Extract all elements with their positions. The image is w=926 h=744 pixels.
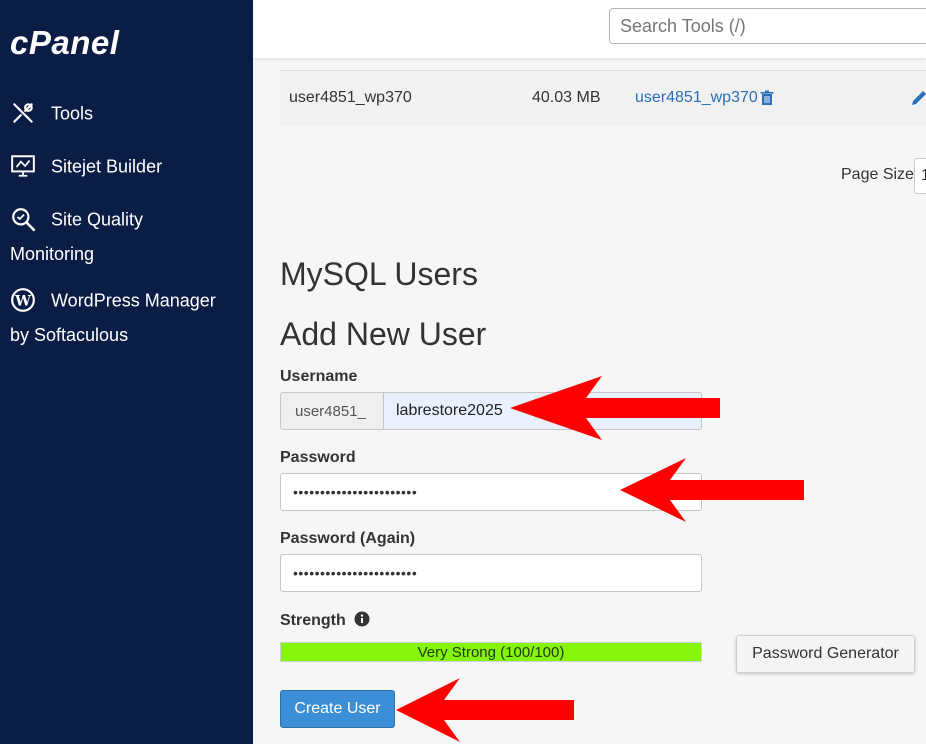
magnifier-icon bbox=[12, 208, 36, 232]
password-generator-button[interactable]: Password Generator bbox=[736, 635, 915, 673]
pencil-edit-icon[interactable] bbox=[910, 89, 926, 107]
create-user-button[interactable]: Create User bbox=[280, 690, 395, 728]
strength-meter-text: Very Strong (100/100) bbox=[417, 644, 565, 661]
tools-icon bbox=[13, 103, 33, 123]
info-icon[interactable] bbox=[354, 611, 370, 627]
svg-text:W: W bbox=[14, 294, 31, 310]
sidebar-item-tools[interactable]: Tools bbox=[10, 94, 245, 131]
red-arrow-icon bbox=[620, 458, 804, 522]
cpanel-logo[interactable]: cPanel bbox=[10, 24, 119, 62]
database-user-link[interactable]: user4851_wp370 bbox=[635, 89, 758, 107]
sidebar-item-site-quality-monitoring[interactable]: Site Quality Monitoring bbox=[10, 200, 245, 271]
username-prefix: user4851_ bbox=[280, 392, 384, 430]
sidebar-item-label-line2: by Softaculous bbox=[10, 325, 129, 346]
sidebar: cPanel Tools Sitejet Builder Site Qualit… bbox=[0, 0, 253, 744]
mysql-users-heading: MySQL Users bbox=[280, 256, 478, 292]
password-label: Password bbox=[280, 449, 356, 466]
sidebar-item-label: Site Quality bbox=[51, 209, 144, 230]
sidebar-item-label: Tools bbox=[51, 103, 94, 124]
sidebar-item-wordpress-manager[interactable]: W WordPress Manager by Softaculous bbox=[10, 281, 245, 352]
red-arrow-icon bbox=[510, 376, 720, 440]
password-again-input[interactable] bbox=[280, 554, 702, 592]
sitejet-monitor-icon bbox=[11, 155, 35, 177]
database-name: user4851_wp370 bbox=[289, 89, 412, 106]
strength-label: Strength bbox=[280, 612, 346, 629]
sidebar-item-label: WordPress Manager bbox=[51, 290, 216, 311]
database-size: 40.03 MB bbox=[532, 89, 601, 106]
username-label: Username bbox=[280, 368, 358, 385]
page-size-label: Page Size bbox=[841, 166, 914, 183]
password-strength-meter: Very Strong (100/100) bbox=[280, 642, 702, 662]
table-row: user4851_wp370 40.03 MB user4851_wp370 bbox=[280, 70, 926, 126]
trash-icon[interactable] bbox=[759, 90, 775, 106]
page-size-select[interactable]: 1 bbox=[914, 158, 926, 194]
wordpress-icon: W bbox=[11, 288, 35, 313]
sidebar-item-label-line2: Monitoring bbox=[10, 244, 95, 265]
strength-label-row: Strength bbox=[280, 611, 370, 630]
add-new-user-heading: Add New User bbox=[280, 316, 487, 352]
password-again-label: Password (Again) bbox=[280, 530, 416, 547]
sidebar-item-label: Sitejet Builder bbox=[51, 156, 163, 177]
top-header bbox=[253, 0, 926, 58]
sidebar-item-sitejet-builder[interactable]: Sitejet Builder bbox=[10, 147, 245, 184]
search-tools-input[interactable] bbox=[609, 8, 926, 44]
red-arrow-icon bbox=[396, 678, 574, 742]
